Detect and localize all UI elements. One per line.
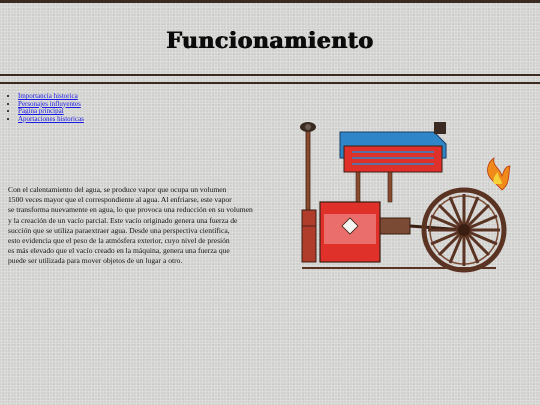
- page-title: Funcionamiento: [166, 28, 374, 54]
- paragraph-line: puede ser utilizada para mover objetos d…: [8, 256, 183, 266]
- nav-item: Aportaciones historicas: [18, 115, 84, 124]
- divider-top: [0, 74, 540, 76]
- paragraph-line: esto evidencia que el peso de la atmósfe…: [8, 236, 230, 246]
- paragraph-line: se transforma nuevamente en agua, lo que…: [8, 205, 253, 215]
- nav-link-aportaciones-historicas[interactable]: Aportaciones historicas: [18, 115, 84, 123]
- description-paragraph: Con el calentamiento del agua, se produc…: [8, 185, 288, 267]
- nav-list: Importancia historica Personajes influye…: [10, 92, 84, 124]
- steam-engine-illustration: [300, 122, 511, 273]
- paragraph-line: 1500 veces mayor que el correspondiente …: [8, 195, 232, 205]
- paragraph-line: es más elevado que el vacío creado en la…: [8, 246, 230, 256]
- top-border: [0, 0, 540, 3]
- paragraph-line: y la creación de un vacío parcial. Este …: [8, 215, 238, 225]
- paragraph-line: Con el calentamiento del agua, se produc…: [8, 185, 227, 194]
- divider-bottom: [0, 82, 540, 84]
- paragraph-line: succión que se utiliza paraextraer agua.…: [8, 225, 230, 235]
